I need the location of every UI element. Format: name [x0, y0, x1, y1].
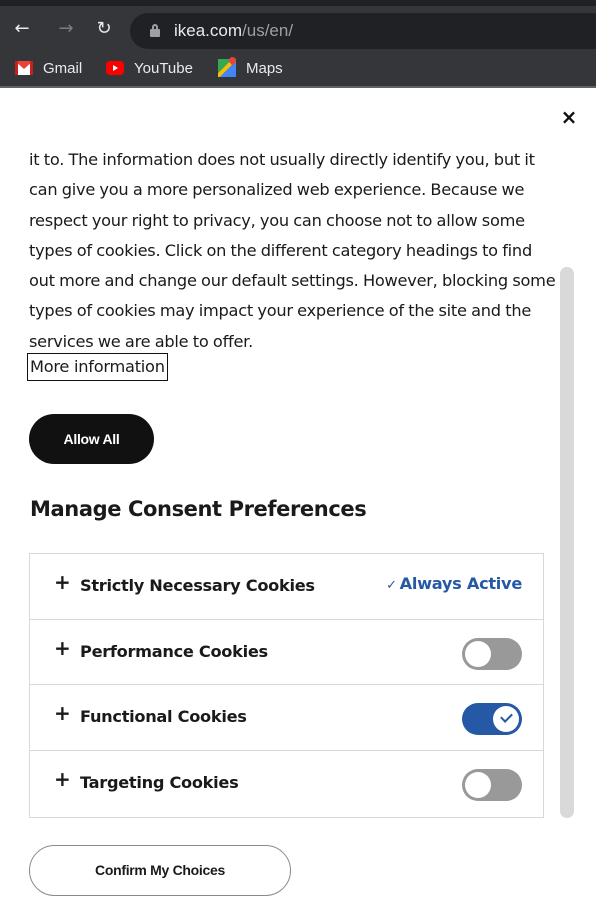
bookmark-label: YouTube: [134, 59, 193, 77]
scrollbar-thumb[interactable]: [560, 267, 574, 818]
category-strictly-necessary[interactable]: + Strictly Necessary Cookies ✓ Always Act…: [30, 554, 543, 620]
check-icon: ✓: [386, 578, 397, 593]
back-arrow-icon[interactable]: ←: [10, 18, 34, 40]
cookie-preferences-dialog: × it to. The information does not usuall…: [0, 90, 596, 917]
bookmark-label: Maps: [246, 59, 283, 77]
category-label[interactable]: Strictly Necessary Cookies: [80, 576, 315, 595]
toggle-knob: [465, 772, 491, 799]
url-text[interactable]: ikea.com/us/en/: [174, 21, 293, 41]
toggle-knob: [493, 706, 519, 733]
status-text: Always Active: [399, 574, 523, 593]
category-targeting[interactable]: + Targeting Cookies: [30, 751, 543, 817]
privacy-description: it to. The information does not usually …: [29, 150, 556, 351]
reload-icon[interactable]: ↻: [92, 18, 116, 40]
plus-icon[interactable]: +: [54, 572, 71, 592]
url-path: /us/en/: [242, 21, 294, 40]
confirm-my-choices-button[interactable]: Confirm My Choices: [29, 845, 291, 896]
category-performance[interactable]: + Performance Cookies: [30, 620, 543, 686]
functional-toggle[interactable]: [462, 703, 522, 736]
allow-all-button[interactable]: Allow All: [29, 414, 154, 464]
bookmarks-bar: Gmail YouTube Maps: [0, 50, 596, 88]
targeting-toggle[interactable]: [462, 769, 522, 802]
gmail-icon: [15, 61, 33, 75]
category-label[interactable]: Targeting Cookies: [80, 773, 239, 792]
section-title: Manage Consent Preferences: [30, 497, 367, 521]
bookmark-label: Gmail: [43, 59, 83, 77]
category-label[interactable]: Functional Cookies: [80, 707, 247, 726]
consent-categories: + Strictly Necessary Cookies ✓ Always Act…: [29, 553, 544, 818]
bookmark-gmail[interactable]: Gmail: [15, 58, 82, 78]
maps-icon: [218, 59, 236, 77]
plus-icon[interactable]: +: [54, 703, 71, 723]
close-icon[interactable]: ×: [559, 107, 579, 127]
bookmark-maps[interactable]: Maps: [218, 58, 283, 78]
lock-icon[interactable]: [150, 24, 160, 37]
youtube-icon: [106, 61, 124, 75]
category-label[interactable]: Performance Cookies: [80, 642, 268, 661]
performance-toggle[interactable]: [462, 637, 522, 670]
category-functional[interactable]: + Functional Cookies: [30, 685, 543, 752]
always-active-status: ✓ Always Active: [386, 574, 522, 593]
bookmark-youtube[interactable]: YouTube: [106, 58, 193, 78]
address-bar[interactable]: ikea.com/us/en/: [130, 13, 596, 49]
plus-icon[interactable]: +: [54, 638, 71, 658]
forward-arrow-icon[interactable]: →: [54, 18, 78, 40]
more-information-link[interactable]: More information: [27, 353, 168, 381]
browser-toolbar: ← → ↻ ikea.com/us/en/: [0, 0, 596, 50]
plus-icon[interactable]: +: [54, 769, 71, 789]
url-domain: ikea.com: [174, 21, 243, 40]
toggle-knob: [465, 640, 491, 667]
